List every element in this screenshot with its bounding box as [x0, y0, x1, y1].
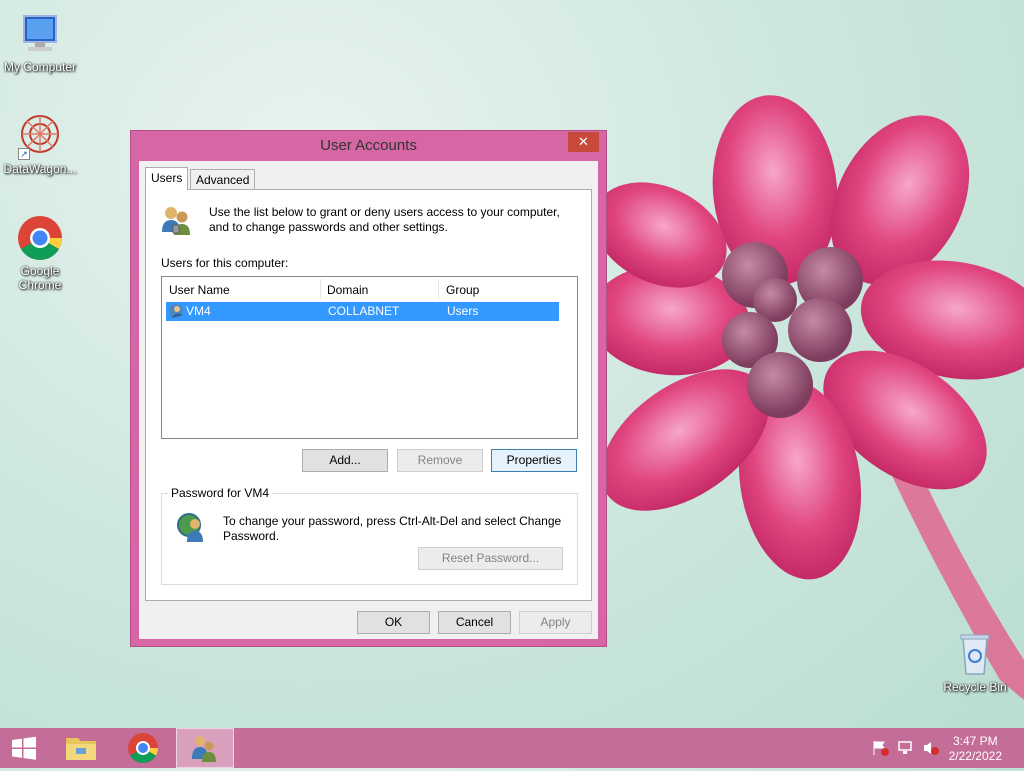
tab-users[interactable]: Users — [145, 167, 189, 190]
cell-domain: COLLABNET — [328, 304, 400, 318]
windows-logo-icon — [12, 736, 36, 760]
add-button[interactable]: Add... — [302, 449, 388, 472]
cell-group: Users — [447, 304, 479, 318]
network-icon[interactable] — [897, 740, 915, 759]
chrome-icon — [128, 733, 158, 764]
password-groupbox: Password for VM4 To change your password… — [161, 486, 578, 585]
close-button[interactable]: ✕ — [568, 132, 599, 152]
dialog-client-area: Users Advanced Use the list below to gra… — [139, 161, 598, 639]
password-user-icon — [176, 512, 208, 544]
apply-button[interactable]: Apply — [519, 611, 592, 634]
desktop-icon-label: DataWagon... — [3, 162, 77, 176]
desktop-icon-label: Recycle Bin — [943, 680, 1007, 694]
folder-icon — [66, 738, 96, 760]
taskbar-user-accounts[interactable] — [176, 728, 234, 768]
users-list-label: Users for this computer: — [161, 256, 289, 270]
desktop-icon-recycle-bin[interactable]: Recycle Bin — [935, 630, 1015, 694]
chrome-icon — [16, 214, 64, 262]
system-clock[interactable]: 3:47 PM 2/22/2022 — [949, 734, 1002, 764]
intro-text: Use the list below to grant or deny user… — [209, 205, 560, 234]
shortcut-arrow-icon: ↗ — [18, 148, 30, 160]
desktop-icon-my-computer[interactable]: My Computer — [0, 10, 80, 74]
users-listview[interactable]: User Name Domain Group VM4 COLLABNET Use… — [161, 276, 578, 439]
datawagon-icon: ↗ — [16, 112, 64, 160]
column-divider[interactable] — [438, 279, 439, 299]
cell-user-name: VM4 — [186, 304, 211, 318]
password-instructions: To change your password, press Ctrl-Alt-… — [223, 514, 562, 543]
close-icon: ✕ — [578, 134, 589, 149]
clock-date: 2/22/2022 — [948, 749, 1002, 763]
properties-button[interactable]: Properties — [491, 449, 577, 472]
password-group-legend: Password for VM4 — [168, 486, 273, 500]
taskbar-chrome[interactable] — [114, 728, 172, 768]
cancel-button[interactable]: Cancel — [438, 611, 511, 634]
desktop-icon-datawagon[interactable]: ↗ DataWagon... — [0, 112, 80, 176]
recycle-bin-icon — [951, 630, 999, 678]
column-header-group[interactable]: Group — [446, 283, 479, 297]
ok-button[interactable]: OK — [357, 611, 430, 634]
users-icon — [192, 736, 216, 762]
taskbar-file-explorer[interactable] — [52, 728, 110, 768]
action-center-flag-icon[interactable] — [872, 740, 890, 759]
desktop-icon-google-chrome[interactable]: Google Chrome — [0, 214, 80, 292]
column-header-domain[interactable]: Domain — [327, 283, 368, 297]
desktop-icon-label: Google Chrome — [18, 264, 62, 292]
reset-password-button[interactable]: Reset Password... — [418, 547, 563, 570]
volume-muted-icon[interactable] — [922, 740, 940, 759]
column-divider[interactable] — [320, 279, 321, 299]
clock-time: 3:47 PM — [952, 734, 998, 748]
user-icon — [168, 303, 184, 322]
taskbar: 3:47 PM 2/22/2022 — [0, 728, 1024, 768]
users-icon — [160, 204, 192, 236]
column-header-user-name[interactable]: User Name — [169, 283, 230, 297]
tab-advanced[interactable]: Advanced — [190, 169, 256, 189]
users-tab-panel: Use the list below to grant or deny user… — [145, 189, 592, 601]
start-button[interactable] — [0, 728, 48, 768]
user-accounts-dialog: User Accounts ✕ Users Advanced Use the l… — [130, 130, 607, 647]
dialog-title: User Accounts — [320, 137, 417, 154]
computer-icon — [16, 10, 64, 58]
desktop-icon-label: My Computer — [3, 60, 77, 74]
remove-button[interactable]: Remove — [397, 449, 483, 472]
table-row[interactable]: VM4 COLLABNET Users — [166, 302, 559, 321]
